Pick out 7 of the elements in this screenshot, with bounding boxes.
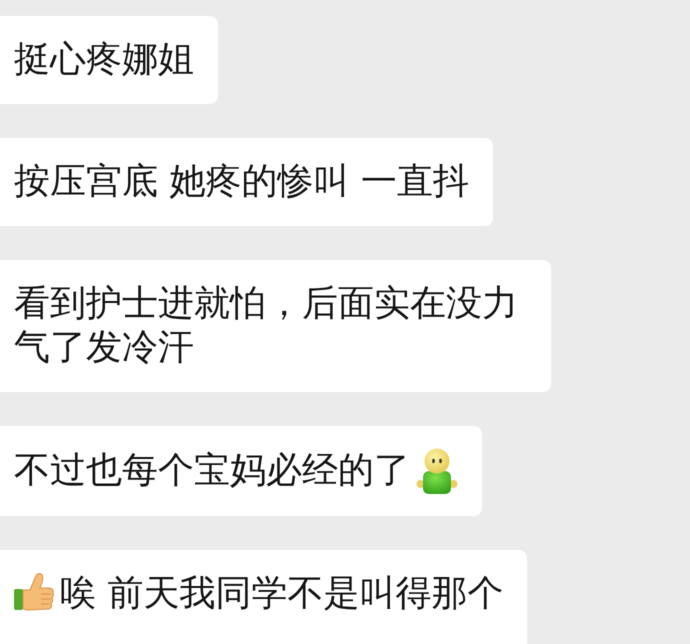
person-emoji-icon	[416, 448, 458, 494]
message-text: 看到护士进就怕，后面实在没力气了发冷汗	[14, 282, 519, 370]
message-text: 不过也每个宝妈必经的了	[14, 449, 410, 493]
message-text: 唉 前天我同学不是叫得那个	[60, 572, 504, 616]
thumbs-up-icon	[14, 572, 54, 612]
message-text: 按压宫底 她疼的惨叫 一直抖	[14, 160, 469, 204]
message-text: 挺心疼娜姐	[14, 38, 194, 82]
